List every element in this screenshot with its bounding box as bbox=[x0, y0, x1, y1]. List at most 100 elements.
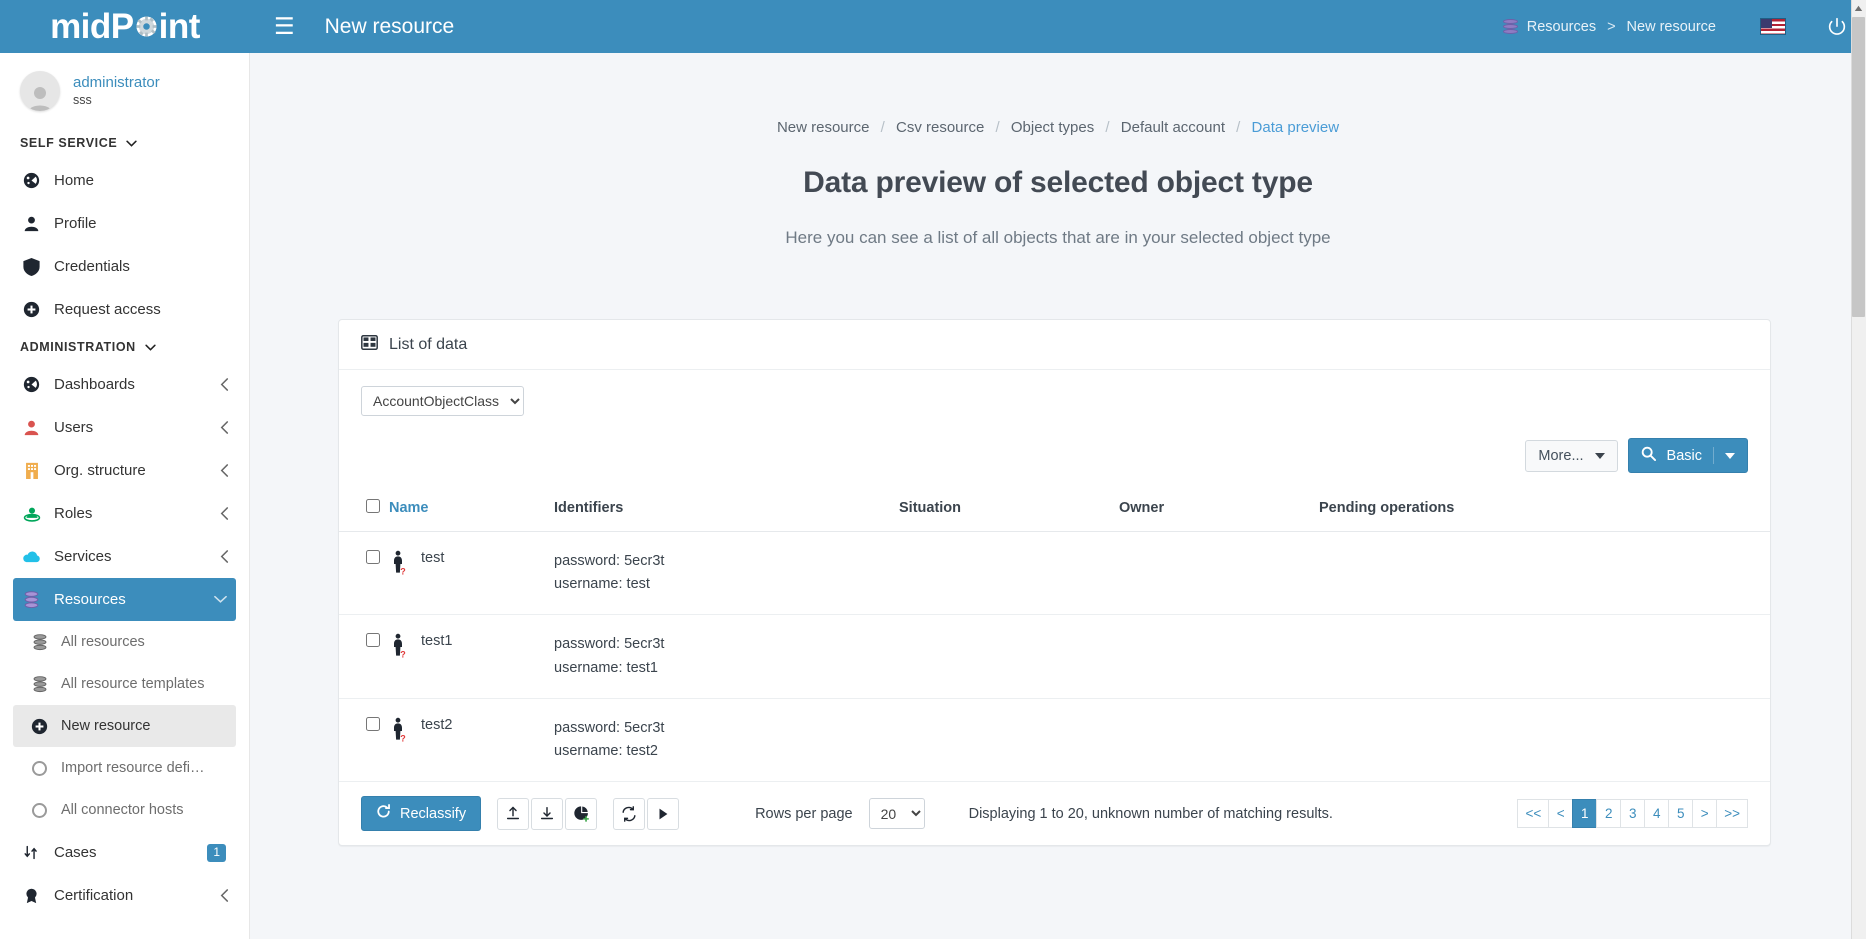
pagination-last[interactable]: >> bbox=[1716, 799, 1748, 828]
chevron-left-icon bbox=[220, 421, 229, 434]
breadcrumb-item-new-resource[interactable]: New resource bbox=[777, 119, 870, 136]
pagination-page-5[interactable]: 5 bbox=[1668, 799, 1693, 828]
sidebar-item-roles[interactable]: Roles bbox=[0, 492, 249, 535]
sync-icon[interactable] bbox=[613, 798, 645, 830]
sidebar-item-dashboards[interactable]: Dashboards bbox=[0, 363, 249, 406]
circle-icon bbox=[30, 759, 49, 778]
breadcrumb-item-data-preview[interactable]: Data preview bbox=[1252, 119, 1340, 136]
sidebar-item-label: Import resource definit… bbox=[61, 760, 211, 776]
sidebar-item-all-resource-templates[interactable]: All resource templates bbox=[0, 663, 249, 705]
row-checkbox[interactable] bbox=[366, 717, 380, 731]
sidebar-item-label: Credentials bbox=[54, 258, 130, 275]
chart-add-icon[interactable] bbox=[565, 798, 597, 830]
breadcrumb-separator: / bbox=[1105, 119, 1109, 136]
sidebar-item-services[interactable]: Services bbox=[0, 535, 249, 578]
refresh-play-button-group bbox=[613, 798, 679, 830]
basic-search-button[interactable]: Basic bbox=[1628, 438, 1748, 473]
more-options-button[interactable]: More... bbox=[1525, 440, 1617, 472]
select-all-checkbox[interactable] bbox=[366, 499, 380, 513]
gear-icon bbox=[135, 15, 158, 38]
pagination-first[interactable]: << bbox=[1517, 799, 1549, 828]
row-checkbox[interactable] bbox=[366, 550, 380, 564]
sidebar-item-label: Profile bbox=[54, 215, 97, 232]
import-export-button-group bbox=[497, 798, 597, 830]
user-name[interactable]: administrator bbox=[73, 74, 160, 93]
sidebar-item-request-access[interactable]: Request access bbox=[0, 288, 249, 331]
sidebar-item-credentials[interactable]: Credentials bbox=[0, 245, 249, 288]
sidebar-item-cases[interactable]: Cases 1 bbox=[0, 831, 249, 874]
user-panel[interactable]: administrator sss bbox=[0, 53, 249, 127]
sidebar-item-label: Certification bbox=[54, 887, 133, 904]
power-icon[interactable] bbox=[1826, 16, 1848, 38]
database-gray-icon bbox=[30, 675, 49, 694]
database-gray-icon bbox=[30, 633, 49, 652]
sidebar-item-resources[interactable]: Resources bbox=[13, 578, 236, 621]
reclassify-button[interactable]: Reclassify bbox=[361, 796, 481, 831]
svg-text:?: ? bbox=[400, 733, 406, 742]
logo-text: midPint bbox=[50, 7, 200, 47]
download-icon[interactable] bbox=[531, 798, 563, 830]
pagination-page-2[interactable]: 2 bbox=[1596, 799, 1621, 828]
row-name[interactable]: test1 bbox=[421, 633, 452, 649]
cases-icon bbox=[22, 843, 41, 862]
person-unknown-icon: ? bbox=[389, 550, 409, 576]
pagination-next[interactable]: > bbox=[1692, 799, 1717, 828]
user-role: sss bbox=[73, 93, 160, 109]
chevron-left-icon bbox=[220, 378, 229, 391]
table-row[interactable]: ? test2 password: 5ecr3t username: test2 bbox=[339, 698, 1770, 781]
sidebar-item-all-connector-hosts[interactable]: All connector hosts bbox=[0, 789, 249, 831]
pagination-prev[interactable]: < bbox=[1548, 799, 1573, 828]
pagination-page-1[interactable]: 1 bbox=[1572, 799, 1597, 828]
breadcrumb-item-default-account[interactable]: Default account bbox=[1121, 119, 1225, 136]
sidebar-item-label: Home bbox=[54, 172, 94, 189]
object-class-select[interactable]: AccountObjectClass bbox=[361, 386, 524, 416]
table-row[interactable]: ? test password: 5ecr3t username: test bbox=[339, 532, 1770, 615]
sidebar-item-org-structure[interactable]: Org. structure bbox=[0, 449, 249, 492]
rows-per-page-select[interactable]: 20 bbox=[869, 798, 925, 829]
sidebar-section-self-service[interactable]: SELF SERVICE bbox=[0, 127, 249, 159]
sidebar-item-new-resource[interactable]: New resource bbox=[13, 705, 236, 747]
sidebar-item-home[interactable]: Home bbox=[0, 159, 249, 202]
database-icon bbox=[22, 590, 41, 609]
pagination-page-4[interactable]: 4 bbox=[1644, 799, 1669, 828]
app-logo[interactable]: midPint bbox=[0, 0, 250, 53]
row-checkbox[interactable] bbox=[366, 633, 380, 647]
sidebar-item-import-resource-definition[interactable]: Import resource definit… bbox=[0, 747, 249, 789]
sidebar-item-profile[interactable]: Profile bbox=[0, 202, 249, 245]
search-toolbar: More... Basic bbox=[339, 422, 1770, 485]
table-header: Name Identifiers Situation Owner Pending… bbox=[339, 485, 1770, 532]
table-footer: Reclassify bbox=[339, 782, 1770, 845]
chevron-left-icon bbox=[220, 507, 229, 520]
sidebar-item-label: Services bbox=[54, 548, 112, 565]
row-pending-cell bbox=[1319, 532, 1770, 615]
table-row[interactable]: ? test1 password: 5ecr3t username: test1 bbox=[339, 615, 1770, 698]
upload-icon[interactable] bbox=[497, 798, 529, 830]
row-name[interactable]: test bbox=[421, 550, 444, 566]
play-icon[interactable] bbox=[647, 798, 679, 830]
caret-down-icon[interactable] bbox=[1725, 453, 1735, 459]
column-header-situation: Situation bbox=[899, 485, 1119, 532]
sidebar-item-all-resources[interactable]: All resources bbox=[0, 621, 249, 663]
breadcrumb-item-object-types[interactable]: Object types bbox=[1011, 119, 1094, 136]
main-content: New resource / Csv resource / Object typ… bbox=[250, 53, 1866, 939]
scrollbar-thumb[interactable] bbox=[1852, 17, 1865, 317]
row-name[interactable]: test2 bbox=[421, 717, 452, 733]
sidebar-item-label: All resource templates bbox=[61, 676, 204, 692]
table-header-row: Name Identifiers Situation Owner Pending… bbox=[339, 485, 1770, 532]
page-scrollbar[interactable] bbox=[1851, 0, 1866, 939]
sidebar-item-certification[interactable]: Certification bbox=[0, 874, 249, 917]
shield-icon bbox=[22, 257, 41, 276]
hamburger-icon[interactable]: ☰ bbox=[274, 15, 295, 38]
column-header-name[interactable]: Name bbox=[389, 485, 554, 532]
sidebar-item-users[interactable]: Users bbox=[0, 406, 249, 449]
us-flag-icon[interactable] bbox=[1760, 18, 1786, 35]
sidebar-section-label: ADMINISTRATION bbox=[20, 340, 136, 354]
topbar-breadcrumb-root[interactable]: Resources bbox=[1527, 19, 1596, 35]
row-situation-cell bbox=[899, 615, 1119, 698]
scrollbar-up-arrow[interactable] bbox=[1852, 1, 1865, 16]
logo-text-part1: mid bbox=[50, 7, 111, 47]
card-header-label: List of data bbox=[389, 336, 467, 354]
breadcrumb-item-csv-resource[interactable]: Csv resource bbox=[896, 119, 984, 136]
pagination-page-3[interactable]: 3 bbox=[1620, 799, 1645, 828]
sidebar-section-administration[interactable]: ADMINISTRATION bbox=[0, 331, 249, 363]
